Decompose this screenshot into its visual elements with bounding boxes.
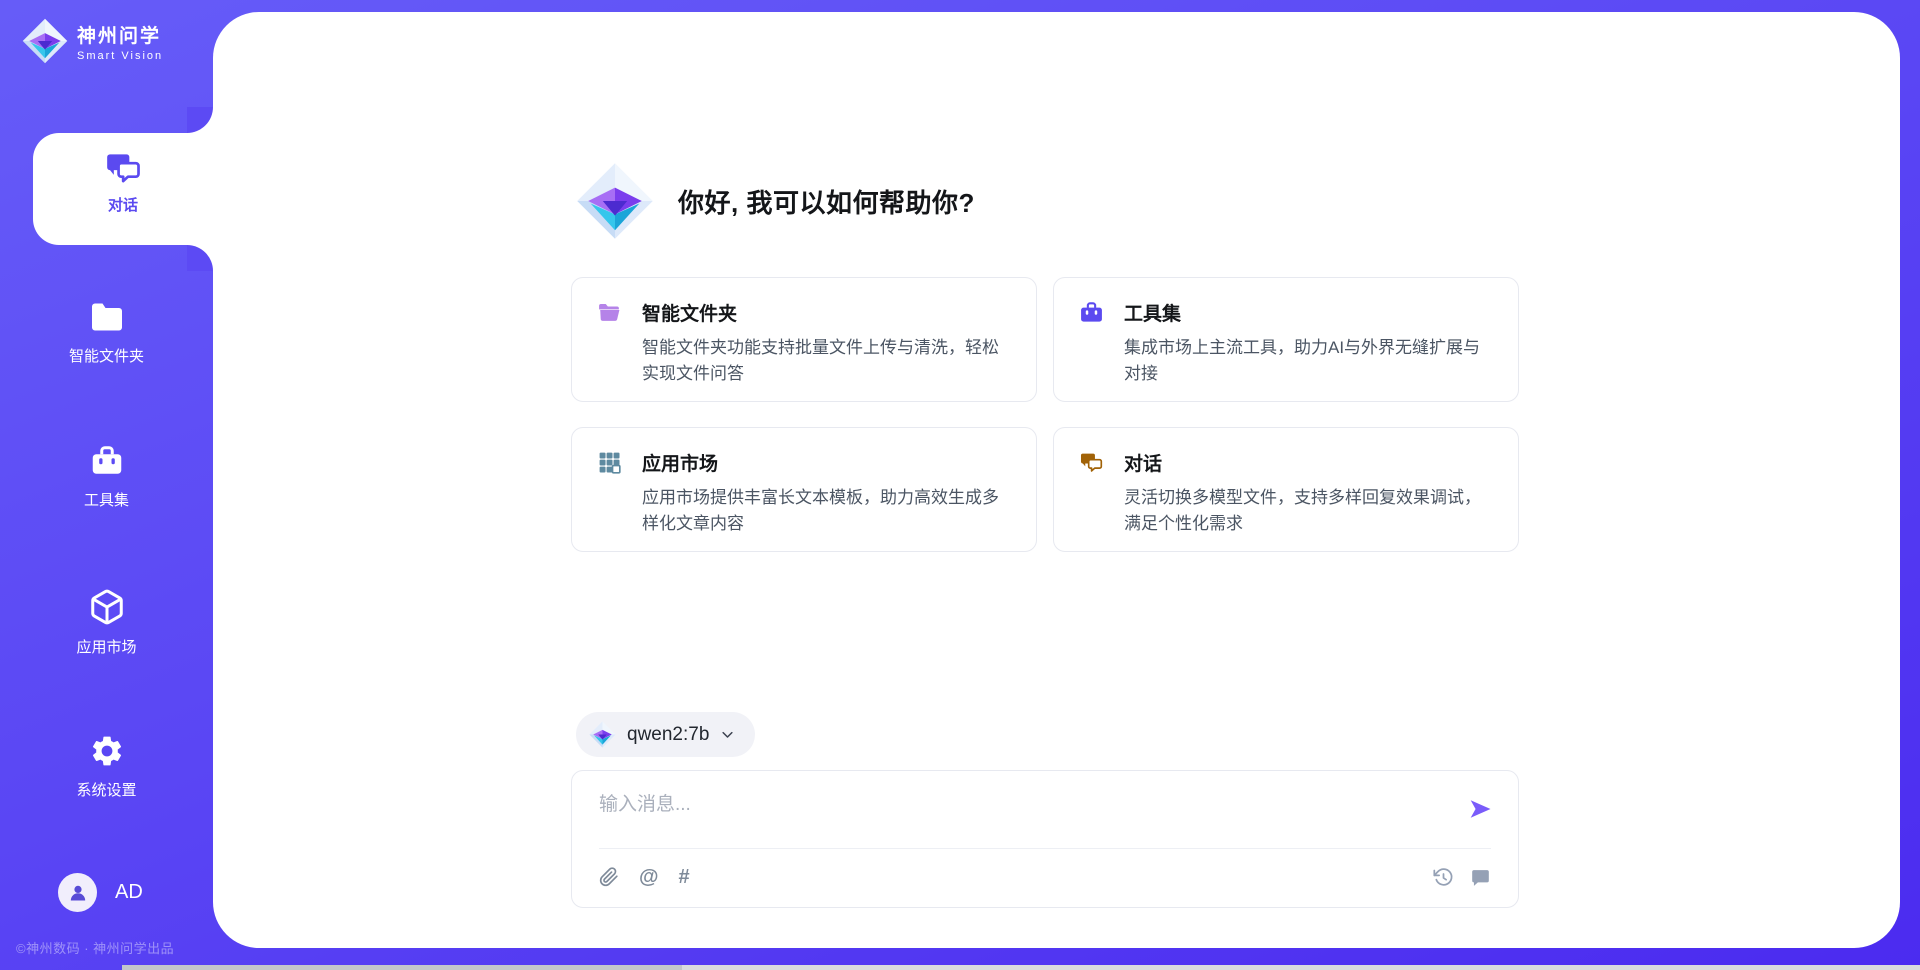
tab-fillet-bottom <box>187 245 213 271</box>
sidebar-item-settings[interactable]: 系统设置 <box>0 733 213 800</box>
card-description: 灵活切换多模型文件，支持多样回复效果调试，满足个性化需求 <box>1124 485 1494 536</box>
composer-toolbar: @ # <box>599 847 1491 907</box>
cube-icon <box>88 588 126 626</box>
scrollbar-thumb[interactable] <box>122 965 682 970</box>
brand-name: 神州问学 <box>77 21 163 48</box>
sidebar: 神州问学 Smart Vision 对话 智能文件夹 <box>0 0 213 970</box>
user-initials: AD <box>115 881 143 904</box>
sidebar-item-label: 系统设置 <box>76 779 136 800</box>
hashtag-icon[interactable]: # <box>679 866 690 889</box>
copyright-text: ©神州数码 · 神州问学出品 <box>16 938 174 957</box>
briefcase-icon <box>89 443 125 479</box>
avatar <box>58 873 97 912</box>
feature-cards: 智能文件夹 智能文件夹功能支持批量文件上传与清洗，轻松实现文件问答 工具集 集成… <box>571 277 1519 552</box>
greeting-gem-icon <box>576 162 654 240</box>
brand-gem-icon <box>22 18 68 64</box>
model-gem-icon <box>589 721 616 748</box>
page-background: { "brand": { "name": "神州问学", "subtitle":… <box>0 0 1920 970</box>
send-icon[interactable] <box>1466 795 1494 823</box>
card-description: 智能文件夹功能支持批量文件上传与清洗，轻松实现文件问答 <box>642 335 1012 386</box>
chat-bubbles-icon <box>104 148 142 186</box>
card-app-market[interactable]: 应用市场 应用市场提供丰富长文本模板，助力高效生成多样化文章内容 <box>571 427 1037 552</box>
main-panel: 你好, 我可以如何帮助你? 智能文件夹 智能文件夹功能支持批量文件上传与清洗，轻… <box>213 12 1900 948</box>
sidebar-item-chat[interactable]: 对话 <box>33 133 213 245</box>
greeting: 你好, 我可以如何帮助你? <box>576 162 975 240</box>
card-toolset[interactable]: 工具集 集成市场上主流工具，助力AI与外界无缝扩展与对接 <box>1053 277 1519 402</box>
attachment-icon[interactable] <box>599 867 619 887</box>
folder-icon <box>89 299 125 335</box>
folder-icon <box>597 300 622 325</box>
card-chat[interactable]: 对话 灵活切换多模型文件，支持多样回复效果调试，满足个性化需求 <box>1053 427 1519 552</box>
sidebar-item-smart-folder[interactable]: 智能文件夹 <box>0 299 213 366</box>
chat-bubbles-icon <box>1079 450 1104 475</box>
card-title: 对话 <box>1124 449 1162 476</box>
user-account[interactable]: AD <box>58 873 143 912</box>
mention-icon[interactable]: @ <box>639 866 659 889</box>
person-icon <box>66 881 90 905</box>
chat-panel-icon[interactable] <box>1470 867 1491 888</box>
card-smart-folder[interactable]: 智能文件夹 智能文件夹功能支持批量文件上传与清洗，轻松实现文件问答 <box>571 277 1037 402</box>
model-selector[interactable]: qwen2:7b <box>576 712 755 757</box>
sidebar-item-label: 工具集 <box>84 489 129 510</box>
card-title: 应用市场 <box>642 449 718 476</box>
sidebar-item-label: 应用市场 <box>76 636 136 657</box>
brand-subtitle: Smart Vision <box>77 50 163 62</box>
grid-icon <box>597 450 622 475</box>
chevron-down-icon <box>720 727 735 742</box>
model-name: qwen2:7b <box>627 724 709 746</box>
card-description: 应用市场提供丰富长文本模板，助力高效生成多样化文章内容 <box>642 485 1012 536</box>
briefcase-icon <box>1079 300 1104 325</box>
sidebar-item-label: 对话 <box>108 194 138 215</box>
tab-fillet-top <box>187 107 213 133</box>
gear-icon <box>89 733 125 769</box>
horizontal-scrollbar[interactable] <box>122 965 1920 970</box>
history-icon[interactable] <box>1433 867 1454 888</box>
message-input[interactable] <box>599 785 1448 825</box>
sidebar-item-label: 智能文件夹 <box>69 345 144 366</box>
card-description: 集成市场上主流工具，助力AI与外界无缝扩展与对接 <box>1124 335 1494 386</box>
sidebar-item-toolset[interactable]: 工具集 <box>0 443 213 510</box>
card-title: 工具集 <box>1124 299 1181 326</box>
sidebar-item-app-market[interactable]: 应用市场 <box>0 588 213 657</box>
card-title: 智能文件夹 <box>642 299 737 326</box>
brand-logo: 神州问学 Smart Vision <box>22 18 163 64</box>
greeting-title: 你好, 我可以如何帮助你? <box>678 183 975 220</box>
message-composer: @ # <box>571 770 1519 908</box>
